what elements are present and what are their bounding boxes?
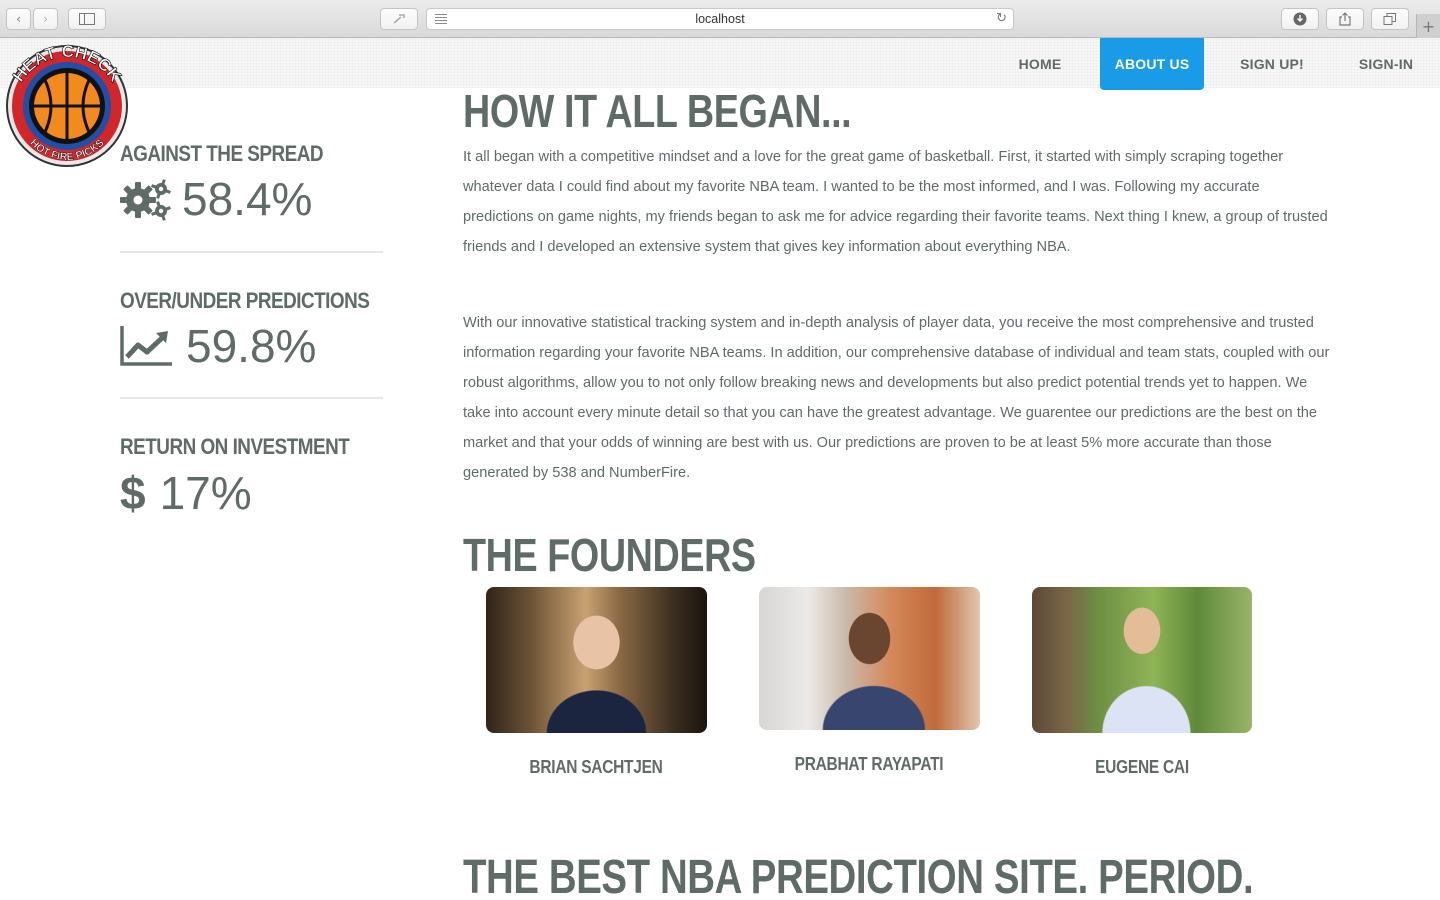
browser-toolbar: ‹ › localhost ↻ + [0, 0, 1440, 38]
downloads-button[interactable] [1281, 8, 1319, 30]
founder-name-prabhat: PRABHAT RAYAPATI [794, 754, 944, 774]
tabs-icon [1383, 13, 1396, 25]
sidebar-icon [79, 13, 95, 25]
tabs-button[interactable] [1371, 8, 1409, 30]
sidebar-button[interactable] [68, 8, 106, 30]
hammer-icon [393, 14, 405, 24]
founder-photo-eugene [1032, 587, 1252, 733]
nav-home[interactable]: HOME [1008, 38, 1072, 90]
site-header: HOME ABOUT US SIGN UP! SIGN-IN [0, 38, 1440, 90]
nav-sign-up[interactable]: SIGN UP! [1232, 38, 1312, 90]
founder-photo-brian [486, 587, 707, 733]
url-text: localhost [695, 12, 745, 26]
page-title: HOW IT ALL BEGAN... [463, 85, 852, 137]
page-menu-icon [435, 14, 447, 26]
founder-name-brian: BRIAN SACHTJEN [529, 757, 663, 777]
founders-heading: THE FOUNDERS [463, 529, 756, 581]
share-button[interactable] [1326, 8, 1364, 30]
bottom-heading: THE BEST NBA PREDICTION SITE. PERIOD. [463, 851, 1254, 900]
dollar-icon: $ [120, 467, 146, 519]
chevron-left-icon: ‹ [16, 12, 21, 26]
stat-roi: $ 17% [120, 470, 252, 516]
founder-photo-prabhat [759, 587, 980, 730]
stat-value-over-under: 59.8% [186, 320, 317, 372]
chevron-right-icon: › [43, 12, 48, 26]
story-paragraph-2: With our innovative statistical tracking… [463, 315, 1330, 481]
address-bar[interactable]: localhost ↻ [426, 8, 1014, 30]
plus-icon: + [1421, 16, 1436, 36]
new-tab-button[interactable]: + [1416, 14, 1440, 38]
reader-tool-button[interactable] [380, 8, 418, 30]
stat-value-roi: 17% [159, 467, 252, 519]
download-icon [1293, 12, 1307, 26]
reload-icon[interactable]: ↻ [996, 11, 1007, 26]
stat-spread: 58.4% [120, 176, 312, 222]
stat-title-roi: RETURN ON INVESTMENT [120, 434, 350, 459]
gears-icon [120, 179, 171, 221]
line-chart-icon [120, 326, 172, 366]
stat-divider [120, 397, 383, 399]
heat-check-logo[interactable]: HEAT CHECK HOT FIRE PICKS [0, 40, 134, 168]
nav-about-us[interactable]: ABOUT US [1100, 38, 1204, 90]
founder-name-eugene: EUGENE CAI [1095, 757, 1189, 777]
story-paragraph-1: It all began with a competitive mindset … [463, 149, 1328, 255]
stat-over-under: 59.8% [120, 323, 316, 369]
forward-button[interactable]: › [33, 8, 58, 30]
share-icon [1339, 12, 1351, 26]
nav-sign-in[interactable]: SIGN-IN [1348, 38, 1424, 90]
stat-value-spread: 58.4% [182, 173, 313, 225]
basketball-logo-icon: HEAT CHECK HOT FIRE PICKS [6, 42, 128, 167]
stat-title-over-under: OVER/UNDER PREDICTIONS [120, 288, 370, 313]
stat-divider [120, 251, 383, 253]
stat-title-spread: AGAINST THE SPREAD [120, 141, 324, 166]
back-button[interactable]: ‹ [6, 8, 31, 30]
